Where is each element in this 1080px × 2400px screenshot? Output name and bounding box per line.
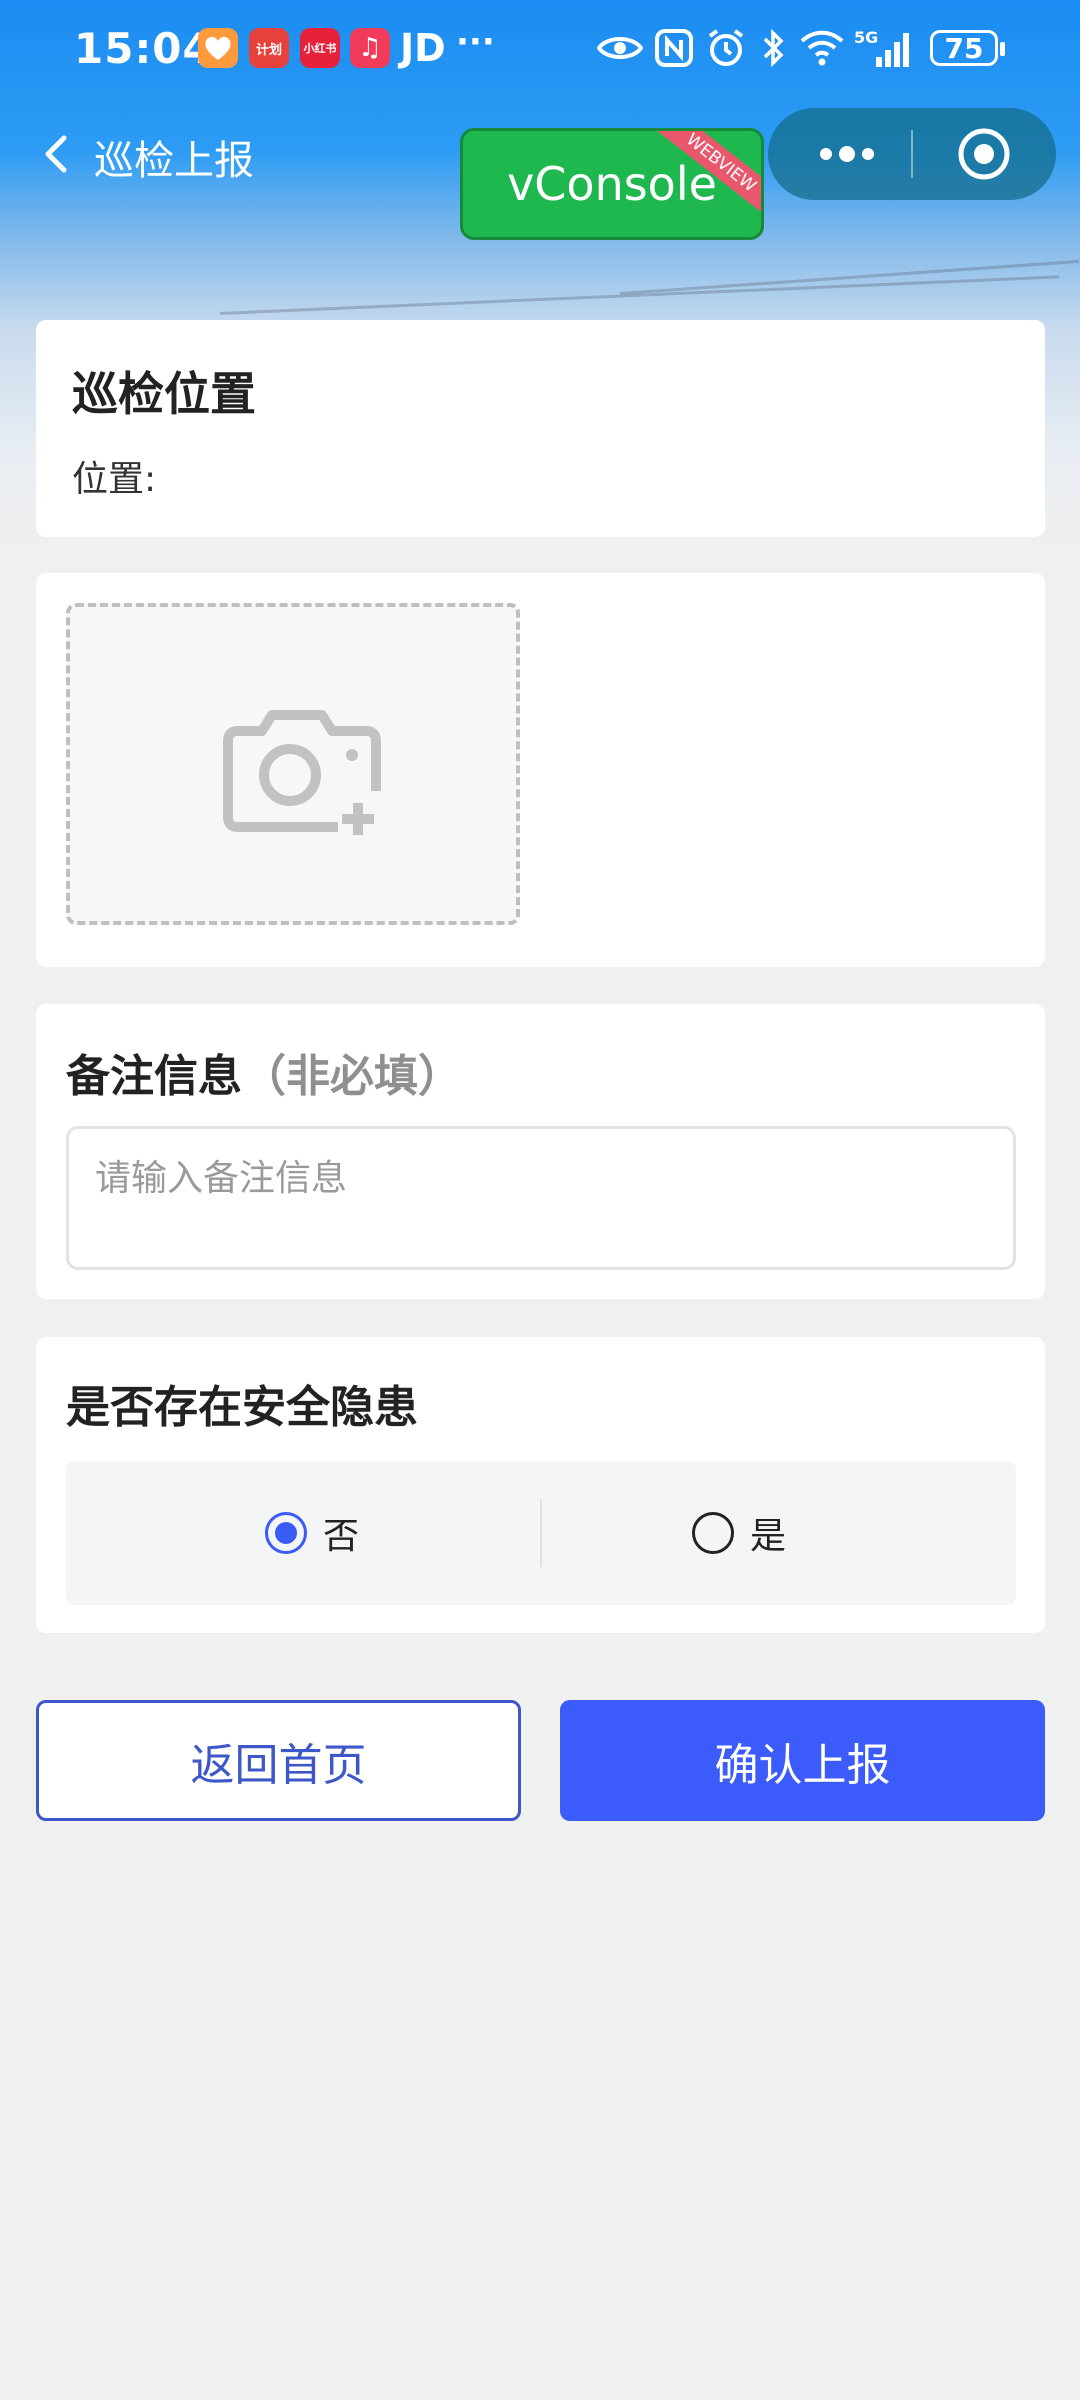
svg-text:5G: 5G bbox=[854, 28, 878, 47]
more-notifications-icon: ··· bbox=[456, 22, 495, 62]
nfc-icon bbox=[650, 24, 698, 72]
hazard-title: 是否存在安全隐患 bbox=[66, 1382, 418, 1433]
battery-tip bbox=[1000, 42, 1005, 56]
jd-app-icon: JD bbox=[400, 26, 446, 70]
vconsole-button[interactable]: vConsole WEBVIEW bbox=[460, 128, 764, 240]
photo-card bbox=[36, 573, 1045, 967]
photo-upload-button[interactable] bbox=[66, 603, 520, 925]
radio-option-no[interactable]: 否 bbox=[265, 1505, 359, 1561]
remark-card: 备注信息（非必填） bbox=[36, 1004, 1045, 1299]
radio-label-yes: 是 bbox=[750, 1516, 787, 1557]
bluetooth-icon bbox=[750, 24, 798, 72]
signal-5g-icon: 5G bbox=[852, 24, 916, 72]
more-menu-icon[interactable] bbox=[812, 128, 882, 180]
remark-optional-hint: （非必填） bbox=[242, 1051, 462, 1102]
camera-add-icon bbox=[220, 707, 384, 835]
miniprogram-capsule bbox=[768, 108, 1056, 200]
background-crane-decoration bbox=[219, 275, 1060, 315]
xiaohongshu-icon: 小红书 bbox=[300, 28, 340, 68]
close-miniprogram-icon[interactable] bbox=[956, 126, 1012, 182]
remark-title: 备注信息（非必填） bbox=[66, 1040, 462, 1104]
radio-unchecked-icon bbox=[692, 1512, 734, 1554]
confirm-report-button[interactable]: 确认上报 bbox=[560, 1700, 1045, 1821]
hazard-radio-group: 否 是 bbox=[66, 1461, 1016, 1605]
radio-label-no: 否 bbox=[323, 1516, 360, 1557]
heart-app-icon bbox=[198, 28, 238, 68]
eye-icon bbox=[596, 24, 644, 72]
location-label: 位置: bbox=[72, 459, 157, 500]
music-app-icon: ♫ bbox=[350, 28, 390, 68]
battery-indicator: 75 bbox=[930, 30, 998, 66]
radio-option-yes[interactable]: 是 bbox=[692, 1505, 786, 1561]
radio-checked-icon bbox=[265, 1512, 307, 1554]
location-card: 巡检位置 位置: bbox=[36, 320, 1045, 537]
back-arrow-icon[interactable] bbox=[36, 126, 76, 182]
capsule-divider bbox=[911, 130, 913, 178]
vconsole-label: vConsole bbox=[507, 157, 717, 211]
status-bar: 15:04 计划 小红书 ♫ JD ··· 5G 75 bbox=[0, 0, 1080, 100]
alarm-icon bbox=[702, 24, 750, 72]
remark-title-text: 备注信息 bbox=[66, 1051, 242, 1102]
news-app-icon: 计划 bbox=[249, 28, 289, 68]
status-time: 15:04 bbox=[74, 24, 213, 73]
location-title: 巡检位置 bbox=[72, 367, 256, 421]
radio-divider bbox=[540, 1499, 542, 1567]
wifi-icon bbox=[798, 24, 846, 72]
remark-input[interactable] bbox=[66, 1126, 1016, 1270]
hazard-card: 是否存在安全隐患 否 是 bbox=[36, 1337, 1045, 1633]
back-home-button[interactable]: 返回首页 bbox=[36, 1700, 521, 1821]
page-title: 巡检上报 bbox=[94, 138, 254, 184]
